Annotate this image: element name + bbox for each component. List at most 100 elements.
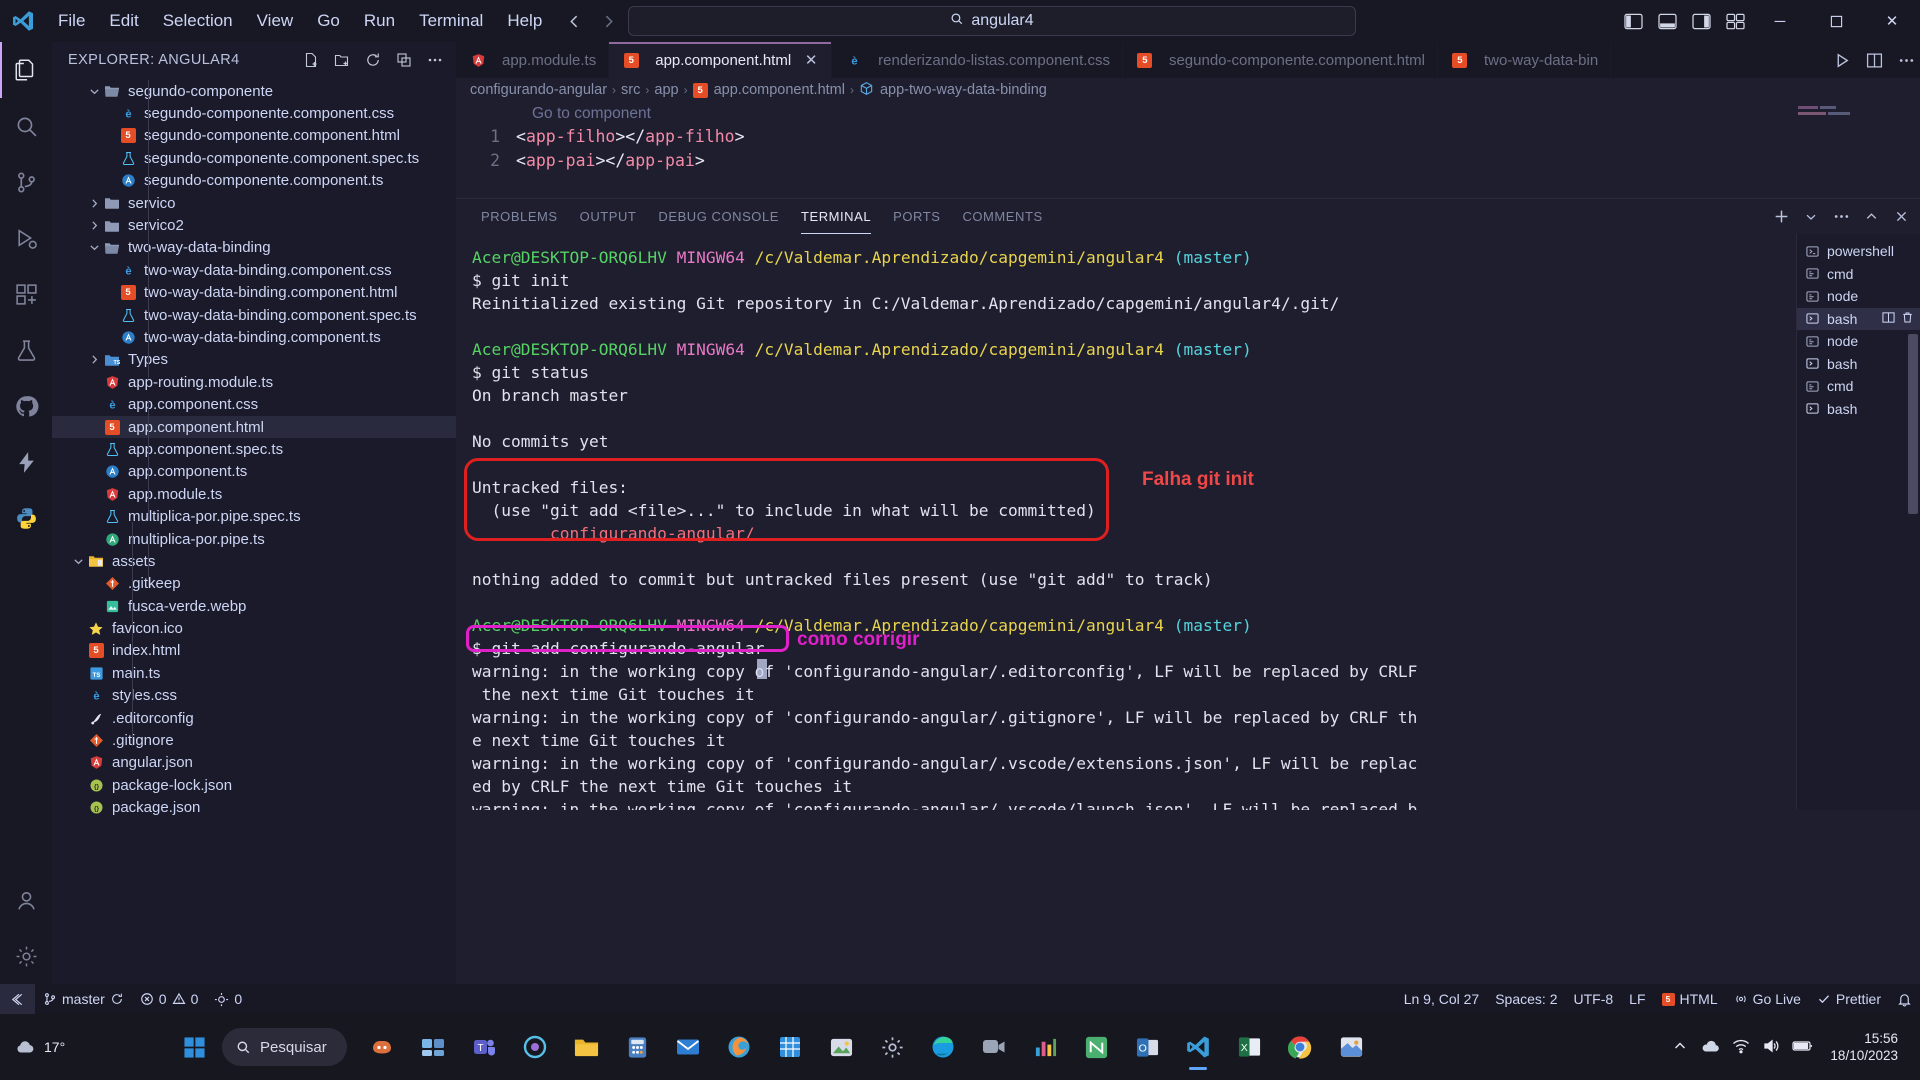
taskbar-firefox-icon[interactable] <box>716 1021 763 1073</box>
tree-item-app-module-ts[interactable]: app.module.ts <box>52 483 456 505</box>
sidebar-item-python[interactable] <box>0 490 52 546</box>
tree-item-segundo-componente-component-ts[interactable]: segundo-componente.component.ts <box>52 170 456 192</box>
tree-item-app-component-html[interactable]: 5 app.component.html <box>52 415 456 439</box>
panel-tab-problems[interactable]: PROBLEMS <box>470 199 569 234</box>
tree-item-main-ts[interactable]: TS main.ts <box>52 662 456 684</box>
breadcrumb[interactable]: configurando-angular › src › app › 5 app… <box>456 78 1920 102</box>
tree-item-two-way-data-binding-component-ts[interactable]: two-way-data-binding.component.ts <box>52 326 456 348</box>
menu-selection[interactable]: Selection <box>151 6 245 36</box>
breadcrumb-item-1[interactable]: src <box>621 82 640 98</box>
collapse-all-icon[interactable] <box>395 51 413 69</box>
toggle-panel-icon[interactable] <box>1650 0 1684 42</box>
new-terminal-icon[interactable] <box>1768 199 1794 234</box>
tree-item-index-html[interactable]: 5 index.html <box>52 640 456 662</box>
sidebar-item-github[interactable] <box>0 378 52 434</box>
tree-item-angular-json[interactable]: angular.json <box>52 752 456 774</box>
window-close-button[interactable]: ✕ <box>1864 0 1920 42</box>
tree-item-assets[interactable]: assets <box>52 550 456 572</box>
tree-item-package-lock-json[interactable]: {} package-lock.json <box>52 774 456 796</box>
breadcrumb-item-2[interactable]: app <box>654 82 678 98</box>
taskbar-photos-icon[interactable] <box>818 1021 865 1073</box>
breadcrumb-item-3[interactable]: app.component.html <box>714 82 845 98</box>
terminal-list-item-cmd[interactable]: cmd <box>1797 263 1920 286</box>
panel-tab-terminal[interactable]: TERMINAL <box>790 199 882 234</box>
status-branch[interactable]: master <box>35 984 132 1014</box>
terminal-instance-list[interactable]: powershell cmd node bash node bash cmd bash <box>1796 234 1920 810</box>
panel-tab-ports[interactable]: PORTS <box>882 199 951 234</box>
more-actions-icon[interactable] <box>1892 42 1920 78</box>
close-icon[interactable]: ✕ <box>803 51 819 69</box>
terminal-output[interactable]: Acer@DESKTOP-ORQ6LHV MINGW64 /c/Valdemar… <box>456 234 1796 810</box>
menu-view[interactable]: View <box>245 6 306 36</box>
terminal-list-item-bash[interactable]: bash <box>1797 353 1920 376</box>
chevron-right-icon[interactable] <box>86 198 102 209</box>
taskbar-copilot-icon[interactable] <box>359 1021 406 1073</box>
weather-widget[interactable]: 17° <box>0 1037 170 1057</box>
windows-start-icon[interactable] <box>170 1021 218 1073</box>
taskbar-notion-icon[interactable] <box>1073 1021 1120 1073</box>
status-encoding[interactable]: UTF-8 <box>1565 984 1621 1014</box>
tree-item-fusca-verde-webp[interactable]: fusca-verde.webp <box>52 595 456 617</box>
more-actions-icon[interactable] <box>426 51 444 69</box>
panel-tab-output[interactable]: OUTPUT <box>569 199 648 234</box>
accounts-icon[interactable] <box>0 872 52 928</box>
status-indentation[interactable]: Spaces: 2 <box>1487 984 1565 1014</box>
more-actions-icon[interactable] <box>1828 199 1854 234</box>
status-language-mode[interactable]: 5 HTML <box>1654 984 1726 1014</box>
tree-item-segundo-componente[interactable]: segundo-componente <box>52 80 456 102</box>
gear-icon[interactable] <box>0 928 52 984</box>
status-prettier[interactable]: Prettier <box>1809 984 1889 1014</box>
editor-tab-app-component-html[interactable]: 5 app.component.html ✕ <box>609 42 833 78</box>
terminal-list-item-node[interactable]: node <box>1797 330 1920 353</box>
chevron-up-icon[interactable] <box>1672 1038 1688 1057</box>
chevron-down-icon[interactable] <box>86 242 102 253</box>
menu-file[interactable]: File <box>46 6 97 36</box>
status-ports[interactable]: 0 <box>206 984 250 1014</box>
chevron-right-icon[interactable] <box>86 354 102 365</box>
tree-item-servico2[interactable]: servico2 <box>52 214 456 236</box>
sidebar-item-testing[interactable] <box>0 322 52 378</box>
terminal-list-item-bash[interactable]: bash <box>1797 307 1920 330</box>
close-panel-icon[interactable] <box>1888 199 1914 234</box>
editor-tab-bar[interactable]: app.module.ts 5 app.component.html ✕ è render… <box>456 42 1920 78</box>
status-notifications[interactable] <box>1889 984 1920 1014</box>
tree-item-segundo-componente-component-html[interactable]: 5 segundo-componente.component.html <box>52 125 456 147</box>
taskbar-zoom-icon[interactable] <box>971 1021 1018 1073</box>
editor-tab-two-way-data-bin[interactable]: 5 two-way-data-bin <box>1437 42 1612 78</box>
panel-tab-debug-console[interactable]: DEBUG CONSOLE <box>647 199 790 234</box>
taskbar-task-view-icon[interactable] <box>410 1021 457 1073</box>
breadcrumb-item-0[interactable]: configurando-angular <box>470 82 607 98</box>
taskbar-excel-icon[interactable]: X <box>1226 1021 1273 1073</box>
sidebar-item-search[interactable] <box>0 98 52 154</box>
taskbar-paint-icon[interactable] <box>1328 1021 1375 1073</box>
breadcrumb-item-4[interactable]: app-two-way-data-binding <box>880 82 1047 98</box>
sidebar-item-run-and-debug[interactable] <box>0 210 52 266</box>
tree-item-two-way-data-binding-component-spec-ts[interactable]: two-way-data-binding.component.spec.ts <box>52 304 456 326</box>
tree-item-styles-css[interactable]: è styles.css <box>52 685 456 707</box>
sidebar-item-source-control[interactable] <box>0 154 52 210</box>
taskbar-grid-icon[interactable] <box>767 1021 814 1073</box>
status-problems[interactable]: 0 0 <box>132 984 207 1014</box>
panel-tab-comments[interactable]: COMMENTS <box>951 199 1053 234</box>
onedrive-icon[interactable] <box>1700 1038 1720 1057</box>
taskbar-mail-icon[interactable] <box>665 1021 712 1073</box>
chevron-right-icon[interactable] <box>86 220 102 231</box>
taskbar-file-explorer-icon[interactable] <box>563 1021 610 1073</box>
toggle-primary-sidebar-icon[interactable] <box>1616 0 1650 42</box>
taskbar-clock[interactable]: 15:56 18/10/2023 <box>1826 1030 1910 1064</box>
file-tree[interactable]: segundo-componente è segundo-componente.co… <box>52 78 456 978</box>
taskbar-edge-dev-icon[interactable] <box>512 1021 559 1073</box>
tree-item-package-json[interactable]: {} package.json <box>52 797 456 819</box>
tree-item-app-component-spec-ts[interactable]: app.component.spec.ts <box>52 438 456 460</box>
tree-item--gitkeep[interactable]: .gitkeep <box>52 573 456 595</box>
split-terminal-icon[interactable] <box>1882 311 1895 327</box>
split-dropdown-icon[interactable] <box>1798 199 1824 234</box>
tree-item-multiplica-por-pipe-spec-ts[interactable]: multiplica-por.pipe.spec.ts <box>52 505 456 527</box>
new-file-icon[interactable] <box>302 51 320 69</box>
status-cursor-position[interactable]: Ln 9, Col 27 <box>1396 984 1488 1014</box>
terminal-list-item-cmd[interactable]: cmd <box>1797 375 1920 398</box>
split-editor-icon[interactable] <box>1860 42 1888 78</box>
tree-item-multiplica-por-pipe-ts[interactable]: multiplica-por.pipe.ts <box>52 528 456 550</box>
tree-item--editorconfig[interactable]: .editorconfig <box>52 707 456 729</box>
sidebar-item-extensions[interactable] <box>0 266 52 322</box>
